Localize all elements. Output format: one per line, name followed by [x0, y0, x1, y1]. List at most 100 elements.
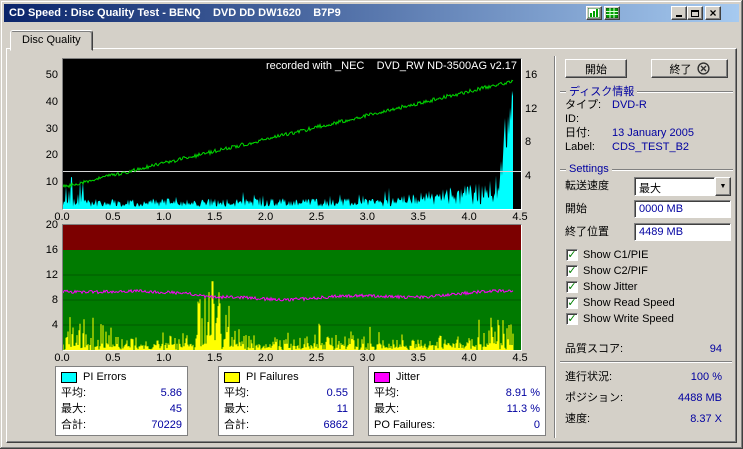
checkbox-label: Show C2/PIF — [583, 265, 648, 277]
pi-errors-title: PI Errors — [83, 371, 127, 383]
checkbox-box[interactable]: ✓ — [566, 265, 578, 277]
checkbox-show-write-speed[interactable]: ✓ Show Write Speed — [566, 312, 674, 326]
start-position-field[interactable] — [634, 200, 731, 218]
start-button[interactable]: 開始 — [565, 59, 627, 78]
progress-row: 進行状況: 100 % — [565, 371, 722, 384]
bar-chart-icon — [588, 8, 600, 18]
tab-disc-quality[interactable]: Disc Quality — [10, 30, 93, 51]
axis-tick-label: 2.5 — [308, 211, 325, 223]
minimize-button[interactable] — [671, 6, 687, 20]
axis-tick-label: 40 — [45, 95, 58, 108]
header-rule — [560, 90, 566, 93]
axis-tick-label: 4 — [51, 319, 58, 331]
checkbox-show-read-speed[interactable]: ✓ Show Read Speed — [566, 296, 675, 310]
header-rule — [560, 168, 566, 171]
pi-errors-legend: PI Errors — [61, 369, 182, 385]
grid-icon-button[interactable] — [604, 6, 620, 20]
stat-row: PO Failures: 0 — [374, 417, 540, 433]
checkbox-box[interactable]: ✓ — [566, 281, 578, 293]
chart-annotation: recorded with _NEC DVD_RW ND-3500AG v2.1… — [265, 60, 517, 72]
exit-button-label: 終了 — [669, 63, 692, 76]
pi-failures-title: PI Failures — [246, 371, 299, 383]
checkbox-box[interactable]: ✓ — [566, 249, 578, 261]
check-icon: ✓ — [567, 248, 577, 261]
axis-tick-label: 1.5 — [207, 211, 223, 223]
axis-tick-label: 30 — [45, 122, 58, 135]
checkbox-label: Show Write Speed — [583, 313, 674, 325]
axis-tick-label: 12 — [45, 269, 58, 281]
check-icon: ✓ — [567, 312, 577, 325]
speed-row: 速度: 8.37 X — [565, 413, 722, 426]
position-row: ポジション: 4488 MB — [565, 392, 722, 405]
exit-button[interactable]: 終了 — [651, 59, 728, 78]
axis-tick-label: 0.5 — [105, 211, 121, 223]
axis-tick-label: 1.5 — [207, 352, 223, 364]
disc-id-label: ID: — [565, 113, 580, 125]
quality-score-value: 94 — [709, 343, 722, 355]
axis-tick-label: 50 — [45, 69, 58, 81]
stat-value: 0 — [533, 419, 540, 431]
pie-x-axis: 0.0 0.5 1.0 1.5 2.0 2.5 3.0 3.5 4.0 4.5 — [54, 211, 527, 223]
axis-tick-label: 4.5 — [512, 211, 528, 223]
stat-value: 0.55 — [326, 387, 348, 399]
check-icon: ✓ — [567, 280, 577, 293]
status-separator — [560, 361, 732, 363]
stat-row: 平均: 0.55 — [224, 385, 348, 401]
checkbox-show-jitter[interactable]: ✓ Show Jitter — [566, 280, 637, 294]
speed-label: 速度: — [565, 413, 591, 425]
jitter-swatch — [374, 371, 390, 383]
chevron-down-icon[interactable]: ▼ — [715, 177, 731, 196]
axis-tick-label: 0.5 — [105, 352, 121, 364]
stat-value: 8.91 % — [505, 387, 540, 399]
disc-id-row: ID: — [565, 113, 731, 126]
position-label: ポジション: — [565, 392, 624, 404]
settings-header-label: Settings — [569, 163, 609, 175]
transfer-speed-value: 最大 — [634, 177, 715, 196]
axis-tick-label: 3.0 — [359, 352, 375, 364]
stat-value: 45 — [169, 403, 182, 415]
pie-speed-chart: recorded with _NEC DVD_RW ND-3500AG v2.1… — [62, 58, 522, 210]
end-position-label: 終了位置 — [565, 226, 609, 238]
close-button[interactable]: × — [705, 6, 721, 20]
stat-label: 合計: — [61, 419, 87, 431]
stat-value: 11 — [336, 403, 348, 415]
disc-info-header-label: ディスク情報 — [569, 86, 635, 98]
transfer-speed-select[interactable]: 最大 ▼ — [634, 177, 731, 196]
title-bar[interactable]: CD Speed : Disc Quality Test - BENQ DVD … — [4, 4, 739, 22]
stat-label: 平均: — [224, 387, 250, 399]
axis-tick-label: 4.5 — [512, 352, 528, 364]
axis-tick-label: 3.5 — [410, 211, 426, 223]
checkbox-box[interactable]: ✓ — [566, 297, 578, 309]
maximize-button[interactable] — [687, 6, 703, 20]
jitter-box: Jitter 平均: 8.91 % 最大: 11.3 % PO Failures: 0 — [368, 366, 546, 436]
axis-tick-label: 1.0 — [156, 352, 172, 364]
axis-tick-label: 20 — [45, 149, 58, 162]
end-position-field[interactable] — [634, 223, 731, 241]
disc-label-value: CDS_TEST_B2 — [612, 141, 690, 153]
tab-label: Disc Quality — [22, 34, 81, 46]
transfer-speed-label: 転送速度 — [565, 180, 609, 192]
stat-label: 平均: — [374, 387, 400, 399]
pif-jitter-plot-area — [62, 225, 521, 350]
jitter-legend: Jitter — [374, 369, 540, 385]
stat-row: 平均: 5.86 — [61, 385, 182, 401]
pie-left-axis: 50 40 30 20 10 — [26, 59, 58, 209]
axis-tick-label: 20 — [45, 219, 58, 231]
check-icon: ✓ — [567, 264, 577, 277]
checkbox-box[interactable]: ✓ — [566, 313, 578, 325]
pi-failures-swatch — [224, 371, 240, 383]
stat-label: 合計: — [224, 419, 250, 431]
stat-row: 最大: 11 — [224, 401, 348, 417]
stat-value: 6862 — [323, 419, 348, 431]
bar-chart-icon-button[interactable] — [586, 6, 602, 20]
speed-value: 8.37 X — [690, 413, 722, 425]
pi-failures-box: PI Failures 平均: 0.55 最大: 11 合計: 6862 — [218, 366, 354, 436]
stat-label: 最大: — [224, 403, 250, 415]
start-position-label: 開始 — [565, 203, 587, 215]
jitter-title: Jitter — [396, 371, 420, 383]
pif-x-axis: 0.0 0.5 1.0 1.5 2.0 2.5 3.0 3.5 4.0 4.5 — [54, 352, 527, 364]
disc-date-value: 13 January 2005 — [612, 127, 694, 139]
start-button-label: 開始 — [585, 63, 607, 76]
checkbox-show-c1-pie[interactable]: ✓ Show C1/PIE — [566, 248, 648, 262]
checkbox-show-c2-pif[interactable]: ✓ Show C2/PIF — [566, 264, 648, 278]
